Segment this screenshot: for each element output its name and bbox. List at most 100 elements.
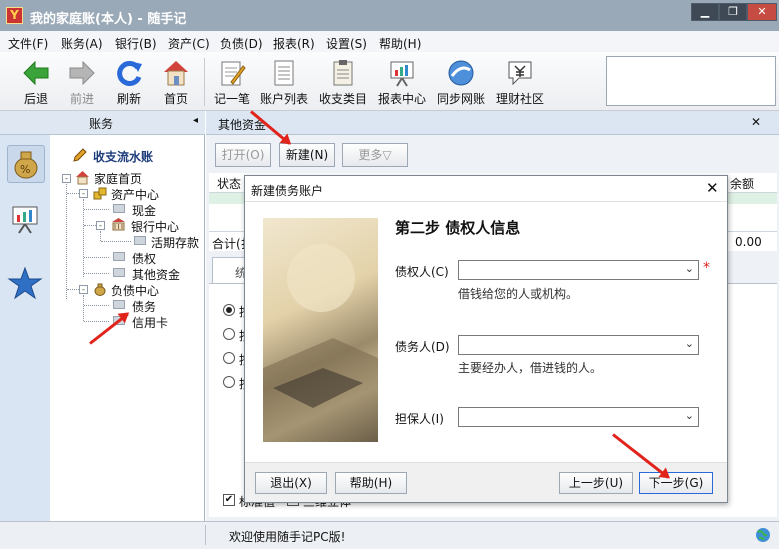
back-button[interactable]: 后退 bbox=[12, 56, 60, 108]
tree-expander[interactable]: - bbox=[79, 285, 88, 294]
tree-line bbox=[84, 257, 109, 258]
back-label: 后退 bbox=[23, 92, 48, 106]
tree-line bbox=[84, 209, 109, 210]
bank-icon bbox=[112, 218, 125, 231]
tree-item-debt[interactable]: 债务 bbox=[132, 298, 156, 315]
tree-item-cash[interactable]: 现金 bbox=[132, 202, 156, 219]
standard-checkbox[interactable]: ✔ bbox=[223, 494, 235, 506]
tree-item-assets[interactable]: 资产中心 bbox=[111, 186, 159, 203]
menu-bank[interactable]: 银行(B) bbox=[115, 35, 157, 52]
menu-reports[interactable]: 报表(R) bbox=[273, 35, 315, 52]
categories-button[interactable]: 收支类目 bbox=[319, 56, 367, 108]
debtor-select[interactable]: ⌄ bbox=[458, 335, 699, 355]
back-arrow-icon bbox=[23, 60, 49, 86]
home-button[interactable]: 首页 bbox=[152, 56, 200, 108]
folder-icon bbox=[113, 252, 125, 261]
tree-item-credit-card[interactable]: 信用卡 bbox=[132, 314, 168, 331]
dialog-title-bar: 新建债务账户 ✕ bbox=[245, 176, 727, 202]
help-button[interactable]: 帮助(H) bbox=[335, 472, 407, 494]
guarantor-select[interactable]: ⌄ bbox=[458, 407, 699, 427]
right-pane-header: 其他资金 ✕ bbox=[206, 111, 779, 135]
folder-icon bbox=[134, 236, 146, 245]
yuan-speech-icon bbox=[508, 61, 532, 86]
refresh-button[interactable]: 刷新 bbox=[105, 56, 153, 108]
menu-assets[interactable]: 资产(C) bbox=[168, 35, 210, 52]
required-mark: * bbox=[703, 260, 710, 276]
tree-line bbox=[84, 273, 109, 274]
radio-option[interactable] bbox=[223, 304, 235, 316]
collapse-icon[interactable]: ◂ bbox=[193, 115, 198, 126]
report-board-icon bbox=[390, 61, 414, 87]
radio-option[interactable] bbox=[223, 376, 235, 388]
list-document-icon bbox=[274, 60, 294, 86]
sidebar-favorites-tab[interactable] bbox=[7, 265, 45, 303]
guarantor-label: 担保人(I) bbox=[395, 412, 444, 426]
menu-settings[interactable]: 设置(S) bbox=[326, 35, 367, 52]
sync-label: 同步网账 bbox=[437, 92, 486, 106]
left-pane-title: 账务 bbox=[89, 117, 114, 131]
tree-item-other-funds[interactable]: 其他资金 bbox=[132, 266, 180, 283]
dialog-close-icon[interactable]: ✕ bbox=[706, 179, 719, 197]
maximize-button[interactable]: ❐ bbox=[719, 3, 747, 21]
tree-expander[interactable]: - bbox=[79, 189, 88, 198]
left-pane-header: 账务 ◂ bbox=[0, 111, 205, 135]
home-icon bbox=[164, 61, 188, 86]
globe-icon[interactable] bbox=[755, 527, 771, 543]
svg-text:%: % bbox=[20, 163, 30, 176]
next-step-button[interactable]: 下一步(G) bbox=[639, 472, 713, 494]
column-balance: 余额 bbox=[730, 177, 755, 191]
forward-arrow-icon bbox=[69, 60, 95, 86]
app-icon: Y bbox=[6, 7, 23, 24]
community-label: 理财社区 bbox=[496, 92, 545, 106]
sidebar-accounts-tab[interactable]: % bbox=[7, 145, 45, 183]
close-panel-icon[interactable]: ✕ bbox=[751, 115, 761, 129]
tree-line bbox=[101, 241, 131, 242]
exit-button[interactable]: 退出(X) bbox=[255, 472, 327, 494]
radio-option[interactable] bbox=[223, 352, 235, 364]
menu-help[interactable]: 帮助(H) bbox=[379, 35, 421, 52]
forward-button[interactable]: 前进 bbox=[58, 56, 106, 108]
tree-line bbox=[83, 295, 84, 321]
tree-item-claims[interactable]: 债权 bbox=[132, 250, 156, 267]
dialog-title: 新建债务账户 bbox=[251, 184, 324, 198]
tree-expander[interactable]: - bbox=[96, 221, 105, 230]
community-button[interactable]: 理财社区 bbox=[496, 56, 544, 108]
creditor-label: 债权人(C) bbox=[395, 265, 449, 279]
creditor-hint: 借钱给您的人或机构。 bbox=[458, 287, 579, 301]
left-pane: 账务 ◂ % 收支流水账 - 家庭首页 - 资产中心 现金 - 银行中心 活期存… bbox=[0, 111, 205, 521]
account-list-label: 账户列表 bbox=[260, 92, 309, 106]
creditor-select[interactable]: ⌄ bbox=[458, 260, 699, 280]
pencil-icon bbox=[73, 148, 87, 162]
tree-item-bank[interactable]: 银行中心 bbox=[131, 218, 179, 235]
window-title: 我的家庭账(本人) - 随手记 bbox=[30, 12, 187, 27]
account-list-button[interactable]: 账户列表 bbox=[260, 56, 308, 108]
open-button[interactable]: 打开(O) bbox=[215, 143, 271, 167]
minimize-button[interactable]: ▁ bbox=[691, 3, 719, 21]
status-divider bbox=[205, 525, 206, 545]
new-debt-account-dialog: 新建债务账户 ✕ 第二步 债权人信息 债权人(C) ⌄ * 借钱给您的人或机构。… bbox=[244, 175, 728, 503]
chevron-down-icon: ⌄ bbox=[684, 409, 694, 422]
report-center-label: 报表中心 bbox=[378, 92, 427, 106]
record-flow-link[interactable]: 收支流水账 bbox=[93, 148, 153, 165]
coins-icon bbox=[93, 187, 107, 200]
record-button[interactable]: 记一笔 bbox=[208, 56, 256, 108]
tree-item-home[interactable]: 家庭首页 bbox=[94, 170, 142, 187]
more-button[interactable]: 更多▽ bbox=[342, 143, 408, 167]
sync-button[interactable]: 同步网账 bbox=[437, 56, 485, 108]
tree-item-deposit[interactable]: 活期存款 bbox=[151, 234, 199, 251]
debtor-hint: 主要经办人，借进钱的人。 bbox=[458, 361, 603, 375]
report-center-button[interactable]: 报表中心 bbox=[378, 56, 426, 108]
money-bag-icon bbox=[94, 283, 106, 296]
close-window-button[interactable]: ✕ bbox=[747, 3, 777, 21]
status-bar: 欢迎使用随手记PC版! bbox=[0, 521, 779, 549]
tree-item-liabilities[interactable]: 负债中心 bbox=[111, 282, 159, 299]
previous-step-button[interactable]: 上一步(U) bbox=[559, 472, 633, 494]
sidebar-reports-tab[interactable] bbox=[7, 201, 45, 239]
menu-bar: 文件(F) 账务(A) 银行(B) 资产(C) 负债(D) 报表(R) 设置(S… bbox=[0, 31, 779, 52]
menu-liabilities[interactable]: 负债(D) bbox=[220, 35, 263, 52]
tree-expander[interactable]: - bbox=[62, 174, 71, 183]
star-icon bbox=[7, 266, 43, 300]
menu-accounts[interactable]: 账务(A) bbox=[61, 35, 103, 52]
menu-file[interactable]: 文件(F) bbox=[8, 35, 48, 52]
radio-option[interactable] bbox=[223, 328, 235, 340]
